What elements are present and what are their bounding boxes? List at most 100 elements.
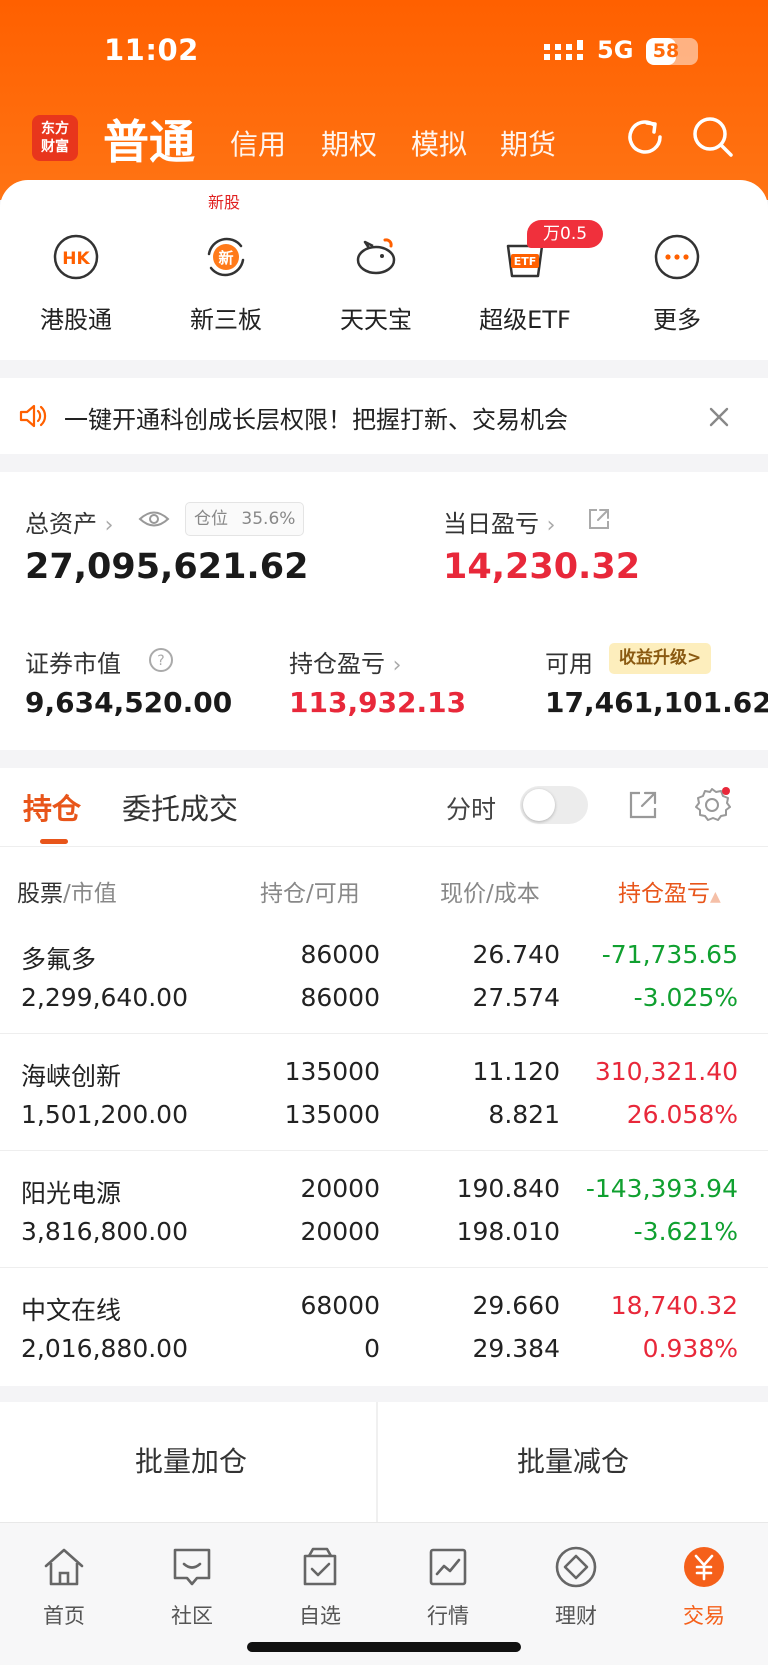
market-value: 9,634,520.00 [25, 686, 233, 719]
shortcut-tiantianbao[interactable]: 天天宝 [321, 232, 431, 335]
tab-credit[interactable]: 信用 [230, 123, 286, 163]
nav-trade[interactable]: 交易 [640, 1544, 768, 1630]
position-ratio-badge: 仓位 35.6% [185, 502, 305, 536]
brand-logo-line2: 财富 [41, 139, 69, 155]
shortcut-hk-connect[interactable]: HK 港股通 [21, 232, 131, 335]
position-ratio-label: 仓位 [194, 509, 228, 529]
chevron-right-icon: › [392, 653, 402, 678]
shortcut-label: 港股通 [40, 306, 112, 334]
hk-icon: HK [53, 234, 99, 280]
holding-pl-value: 113,932.13 [289, 686, 467, 719]
trade-icon [684, 1547, 724, 1587]
shortcut-label: 超级ETF [479, 306, 571, 334]
stock-available: 86000 [300, 983, 380, 1012]
holding-pl-label-text: 持仓盈亏 [289, 650, 385, 678]
shortcut-label: 更多 [653, 306, 701, 334]
nav-watchlist[interactable]: 自选 [256, 1544, 384, 1630]
brand-logo-line1: 东方 [41, 121, 69, 137]
eye-icon[interactable] [138, 508, 170, 530]
refresh-icon[interactable] [622, 114, 668, 160]
stock-position: 68000 [300, 1291, 380, 1320]
batch-reduce-button[interactable]: 批量减仓 [378, 1402, 768, 1522]
tab-simulation[interactable]: 模拟 [411, 123, 467, 163]
col-header-holding-pl-text: 持仓盈亏 [618, 881, 710, 907]
stock-available: 20000 [300, 1217, 380, 1246]
col-header-holding-pl[interactable]: 持仓盈亏▲ [618, 874, 721, 908]
tab-holdings[interactable]: 持仓 [23, 786, 81, 828]
stock-name: 多氟多 [21, 945, 97, 974]
tab-ordinary[interactable]: 普通 [103, 106, 195, 172]
divider [0, 1150, 768, 1151]
total-assets-value: 27,095,621.62 [25, 547, 309, 587]
watchlist-icon [303, 1547, 337, 1586]
fenshi-toggle[interactable] [520, 786, 588, 824]
col-header-market-value-text: /市值 [63, 881, 117, 907]
stock-market-value: 2,299,640.00 [21, 983, 188, 1012]
tab-orders[interactable]: 委托成交 [122, 786, 238, 828]
svg-text:ETF: ETF [514, 255, 537, 268]
stock-pl-pct: -3.621% [633, 1217, 738, 1246]
close-icon[interactable] [708, 406, 730, 428]
stock-cost: 8.821 [488, 1100, 560, 1129]
svg-text:?: ? [157, 653, 164, 669]
export-icon[interactable] [627, 789, 659, 821]
settings-icon[interactable] [693, 786, 731, 824]
divider [0, 1267, 768, 1268]
total-assets-label[interactable]: 总资产 › [25, 504, 113, 539]
stock-position: 20000 [300, 1174, 380, 1203]
more-icon [654, 234, 700, 280]
stock-pl-pct: 0.938% [642, 1334, 738, 1363]
brand-logo[interactable]: 东方 财富 [32, 115, 78, 161]
nav-community[interactable]: 社区 [128, 1544, 256, 1630]
shortcut-label: 天天宝 [340, 306, 412, 334]
col-header-cost-text: /成本 [486, 881, 540, 907]
tab-options[interactable]: 期权 [321, 123, 377, 163]
stock-pl-pct: -3.025% [633, 983, 738, 1012]
yield-upgrade-badge[interactable]: 收益升级> [609, 643, 712, 674]
tab-futures[interactable]: 期货 [500, 123, 556, 163]
wealth-icon [555, 1546, 597, 1588]
available-value: 17,461,101.62 [545, 686, 768, 719]
sort-icon: ▲ [710, 889, 721, 905]
search-icon[interactable] [690, 114, 736, 160]
stock-position: 135000 [284, 1057, 380, 1086]
total-assets-label-text: 总资产 [25, 510, 97, 538]
daily-pl-value: 14,230.32 [443, 547, 641, 587]
stock-available: 0 [364, 1334, 380, 1363]
stock-name: 海峡创新 [21, 1062, 122, 1091]
help-icon[interactable]: ? [148, 647, 174, 673]
stock-name: 中文在线 [21, 1296, 122, 1325]
share-icon[interactable] [587, 507, 611, 531]
stock-price: 11.120 [472, 1057, 560, 1086]
stock-market-value: 2,016,880.00 [21, 1334, 188, 1363]
toggle-knob [523, 789, 555, 821]
shortcut-more[interactable]: 更多 [622, 232, 732, 335]
shortcut-new-third-board[interactable]: 新 新三板 [171, 232, 281, 335]
stock-pl: -143,393.94 [585, 1174, 738, 1203]
col-header-position[interactable]: 持仓/可用 [260, 874, 360, 908]
home-indicator [247, 1642, 521, 1652]
notice-banner[interactable]: 一键开通科创成长层权限！把握打新、交易机会 [0, 378, 768, 454]
stock-pl: 310,321.40 [594, 1057, 738, 1086]
stock-cost: 198.010 [456, 1217, 560, 1246]
holding-pl-label[interactable]: 持仓盈亏 › [289, 644, 401, 679]
nav-market[interactable]: 行情 [384, 1544, 512, 1630]
shortcut-label: 新三板 [190, 306, 262, 334]
divider [0, 1033, 768, 1034]
home-icon [44, 1548, 84, 1586]
nav-home[interactable]: 首页 [0, 1544, 128, 1630]
batch-add-button[interactable]: 批量加仓 [0, 1402, 382, 1522]
col-header-price[interactable]: 现价/成本 [440, 874, 540, 908]
notice-text: 一键开通科创成长层权限！把握打新、交易机会 [64, 406, 568, 434]
battery-icon: 58 [646, 38, 698, 65]
etf-fee-badge: 万0.5 [527, 220, 604, 248]
new-third-board-icon: 新 [207, 237, 245, 277]
piggy-bank-icon [356, 238, 396, 275]
nav-wealth[interactable]: 理财 [512, 1544, 640, 1630]
stock-price: 29.660 [472, 1291, 560, 1320]
col-header-stock[interactable]: 股票/市值 [17, 874, 117, 908]
daily-pl-label[interactable]: 当日盈亏 › [443, 504, 555, 539]
nav-label: 首页 [43, 1604, 85, 1628]
stock-pl: -71,735.65 [601, 940, 738, 969]
active-tab-indicator [40, 839, 68, 844]
